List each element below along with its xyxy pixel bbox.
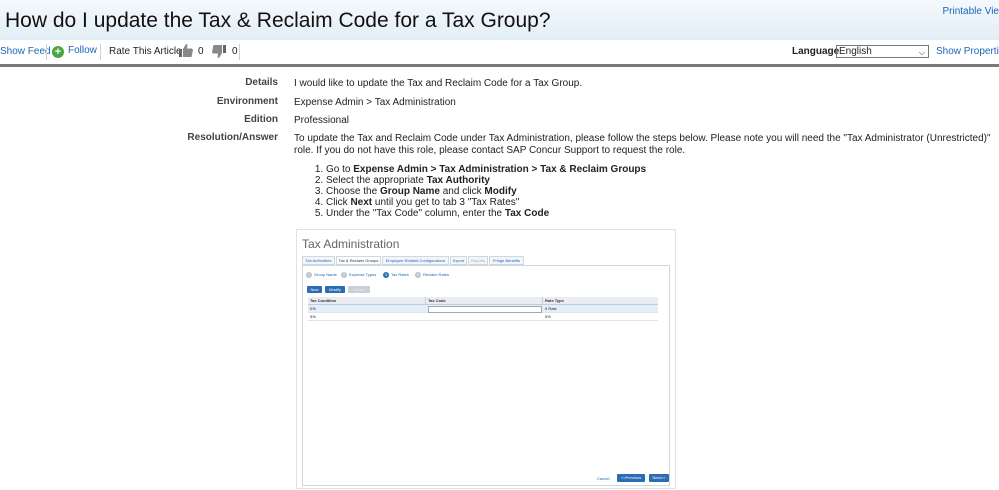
step-text: Click [326,197,351,208]
step-text: Select the appropriate [326,175,427,186]
screenshot-panel: 1 Group Name 2 Expense Types 3 Tax Rates 4R… [302,265,670,486]
language-select[interactable]: English ⌵ [836,45,929,58]
article-header: How do I update the Tax & Reclaim Code f… [0,0,999,41]
follow-button[interactable]: + Follow [52,45,97,58]
wizard-step-number: 2 [341,272,347,278]
new-button[interactable]: New [307,286,322,293]
wizard-step-label: Group Name [314,272,337,277]
previous-button[interactable]: <<Previous [617,474,645,482]
step-text: Under the "Tax Code" column, enter the [326,208,505,219]
environment-label: Environment [216,96,278,107]
wizard-step-label: Reclaim Rates [423,272,450,277]
edition-value: Professional [294,115,350,126]
wizard-step-current[interactable]: 3 Tax Rates [383,272,409,278]
table-row[interactable]: 5% 5% [308,313,658,321]
resolution-label: Resolution/Answer [187,132,278,143]
wizard-step[interactable]: 2 Expense Types [341,272,376,278]
details-label: Details [245,77,278,88]
tab-export[interactable]: Export [450,256,467,265]
table-cell: 5% [310,314,316,319]
plus-icon: + [52,46,64,58]
language-label: Language [792,46,840,57]
tab-employee-configurations[interactable]: Employee Related Configurations [382,256,449,265]
modify-button[interactable]: Modify [325,286,345,293]
step-item: Choose the Group Name and click Modify [326,186,646,197]
edition-label: Edition [244,114,278,125]
wizard-step[interactable]: 1 Group Name [306,272,337,278]
grid-header-row: Tax Condition Tax Code Rate Type [308,297,658,305]
resolution-text: To update the Tax and Reclaim Code under… [294,133,991,156]
table-cell: 0% [310,306,316,311]
wizard-step-number: 4 [415,272,421,278]
column-header[interactable]: Rate Type [543,297,564,304]
printable-view-link[interactable]: Printable Vie [942,6,999,17]
thumbs-down-button[interactable] [212,45,226,58]
step-item: Under the "Tax Code" column, enter the T… [326,208,646,219]
step-item: Go to Expense Admin > Tax Administration… [326,164,646,175]
step-bold: Group Name [379,186,440,197]
follow-label: Follow [68,45,97,56]
thumbs-up-button[interactable] [179,44,193,57]
delete-button[interactable]: Delete [348,286,370,293]
step-bold: Modify [484,186,517,197]
tax-code-input[interactable] [428,306,542,313]
step-bold: Next [350,197,373,208]
thumbs-down-count: 0 [232,46,238,57]
step-item: Select the appropriate Tax Authority [326,175,646,186]
tab-reports[interactable]: Reports [468,256,488,265]
tab-tax-authorities[interactable]: Tax Authorities [302,256,335,265]
rate-article-label: Rate This Article [109,46,182,57]
table-cell: 0 Rate [545,306,557,311]
article-toolbar: Show Feed + Follow Rate This Article 0 0 … [0,40,999,67]
show-feed-link[interactable]: Show Feed [0,46,51,57]
column-header[interactable]: Tax Code [426,297,446,304]
screenshot-title: Tax Administration [302,237,400,251]
resolution-steps: Go to Expense Admin > Tax Administration… [314,164,646,219]
wizard-step-number: 3 [383,272,389,278]
tab-tax-reclaim-groups[interactable]: Tax & Reclaim Groups [336,256,381,265]
environment-value: Expense Admin > Tax Administration [294,97,456,108]
embedded-screenshot: Tax Administration Tax Authorities Tax &… [296,229,676,489]
step-text: and click [439,186,485,197]
step-bold: Expense Admin > Tax Administration > Tax… [353,164,647,175]
divider [46,44,47,60]
divider [100,44,101,60]
language-select-value: English [839,46,872,57]
tab-fringe-benefits[interactable]: Fringe Benefits [489,256,524,265]
step-bold: Tax Code [504,208,550,219]
chevron-down-icon: ⌵ [918,48,925,57]
show-properties-link[interactable]: Show Properties [936,46,999,57]
cancel-link[interactable]: Cancel [597,476,609,481]
next-button[interactable]: Next>> [649,474,669,482]
column-header[interactable]: Tax Condition [308,297,336,304]
step-bold: Tax Authority [426,175,490,186]
thumbs-up-icon [179,44,193,57]
wizard-step-number: 1 [306,272,312,278]
table-cell: 5% [545,314,551,319]
page-title: How do I update the Tax & Reclaim Code f… [5,9,551,32]
details-value: I would like to update the Tax and Recla… [294,78,583,89]
step-text: Choose the [326,186,380,197]
thumbs-up-count: 0 [198,46,204,57]
step-text: until you get to tab 3 "Tax Rates" [372,197,520,208]
divider [239,44,240,60]
wizard-step[interactable]: 4 Reclaim Rates [415,272,449,278]
step-text: Go to [326,164,354,175]
table-row[interactable]: 0% 0 Rate [308,305,658,313]
step-item: Click Next until you get to tab 3 "Tax R… [326,197,646,208]
thumbs-down-icon [212,45,226,58]
wizard-step-label: Tax Rates [391,272,409,277]
wizard-step-label: Expense Types [349,272,377,277]
